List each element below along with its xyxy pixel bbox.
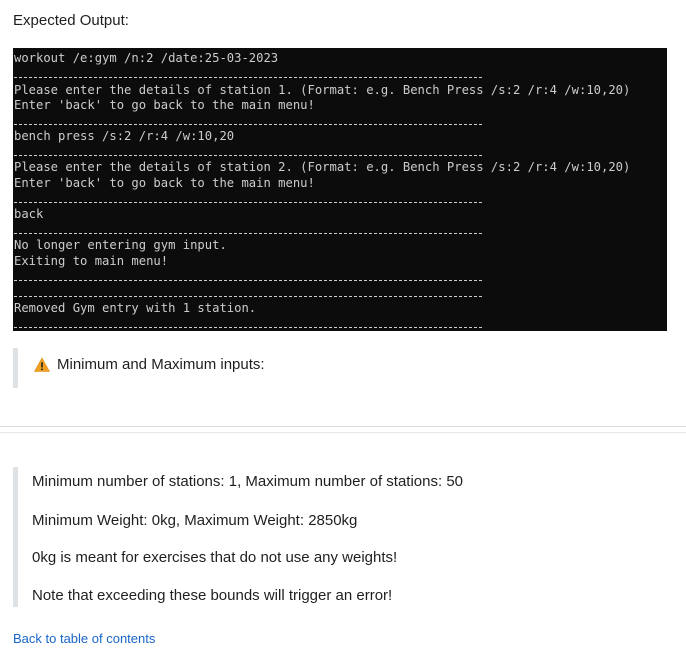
warning-callout-text: Minimum and Maximum inputs: (57, 356, 265, 373)
warning-callout: Minimum and Maximum inputs: (33, 356, 265, 373)
note-zero-weight: 0kg is meant for exercises that do not u… (32, 549, 398, 566)
terminal-line: Enter 'back' to go back to the main menu… (14, 176, 315, 190)
terminal-separator (14, 124, 482, 125)
terminal-line: back (14, 207, 44, 221)
terminal-line: Exiting to main menu! (14, 254, 169, 268)
terminal-line: Please enter the details of station 1. (… (14, 83, 631, 97)
terminal-line: bench press /s:2 /r:4 /w:10,20 (14, 129, 235, 143)
note-stations-limit: Minimum number of stations: 1, Maximum n… (32, 473, 464, 490)
terminal-separator (14, 77, 482, 78)
warning-icon (33, 356, 51, 373)
terminal-line: Removed Gym entry with 1 station. (14, 301, 257, 315)
terminal-separator (14, 155, 482, 156)
terminal-line: Please enter the details of station 2. (… (14, 160, 631, 174)
terminal-line: Enter 'back' to go back to the main menu… (14, 98, 315, 112)
terminal-separator (14, 296, 482, 297)
note-bounds-error: Note that exceeding these bounds will tr… (32, 587, 393, 604)
warning-callout-bar (13, 348, 18, 388)
terminal-screenshot: workout /e:gym /n:2 /date:25-03-2023 Ple… (13, 48, 667, 331)
terminal-separator (14, 233, 482, 234)
divider (0, 432, 686, 433)
note-weight-limit: Minimum Weight: 0kg, Maximum Weight: 285… (32, 512, 358, 529)
terminal-line: workout /e:gym /n:2 /date:25-03-2023 (14, 51, 279, 65)
notes-callout-bar (13, 467, 18, 607)
terminal-separator (14, 327, 482, 328)
expected-output-label: Expected Output: (13, 12, 129, 29)
divider (0, 426, 686, 427)
terminal-separator (14, 280, 482, 281)
terminal-line: No longer entering gym input. (14, 238, 227, 252)
terminal-separator (14, 202, 482, 203)
back-to-toc-link[interactable]: Back to table of contents (13, 631, 155, 646)
